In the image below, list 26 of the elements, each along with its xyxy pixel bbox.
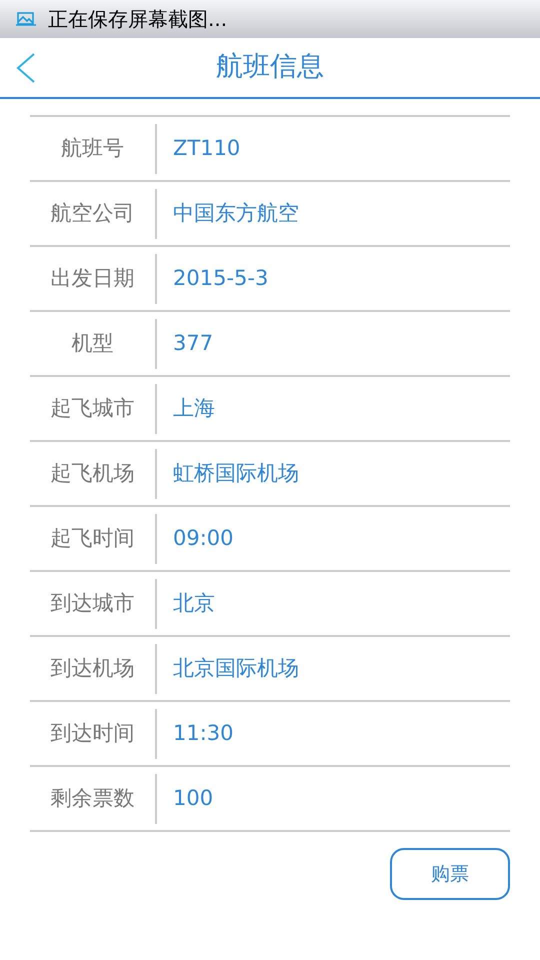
page-title: 航班信息: [216, 50, 324, 84]
field-value: 11:30: [173, 720, 234, 747]
field-label: 起飞时间: [50, 524, 134, 552]
field-value: 北京国际机场: [173, 654, 299, 682]
field-value: 100: [173, 784, 214, 812]
field-value: 中国东方航空: [173, 200, 299, 227]
field-label: 出发日期: [50, 264, 134, 292]
field-label: 到达机场: [50, 654, 134, 682]
field-label: 起飞机场: [50, 460, 134, 487]
field-value: ZT110: [173, 134, 240, 162]
field-label: 剩余票数: [50, 784, 134, 812]
field-label: 到达城市: [50, 590, 134, 617]
notification-text: 正在保存屏幕截图...: [48, 6, 228, 33]
field-label: 到达时间: [50, 720, 134, 747]
field-value: 2015-5-3: [173, 264, 268, 292]
field-value: 377: [173, 330, 214, 357]
field-label: 航班号: [61, 134, 124, 162]
field-value: 09:00: [173, 524, 234, 552]
field-value: 虹桥国际机场: [173, 460, 299, 487]
field-label: 机型: [72, 330, 114, 357]
buy-ticket-button[interactable]: 购票: [390, 848, 510, 900]
field-label: 航空公司: [50, 200, 134, 227]
field-label: 起飞城市: [50, 394, 134, 422]
field-value: 上海: [173, 394, 215, 422]
image-icon: [16, 11, 36, 27]
field-value: 北京: [173, 590, 215, 617]
